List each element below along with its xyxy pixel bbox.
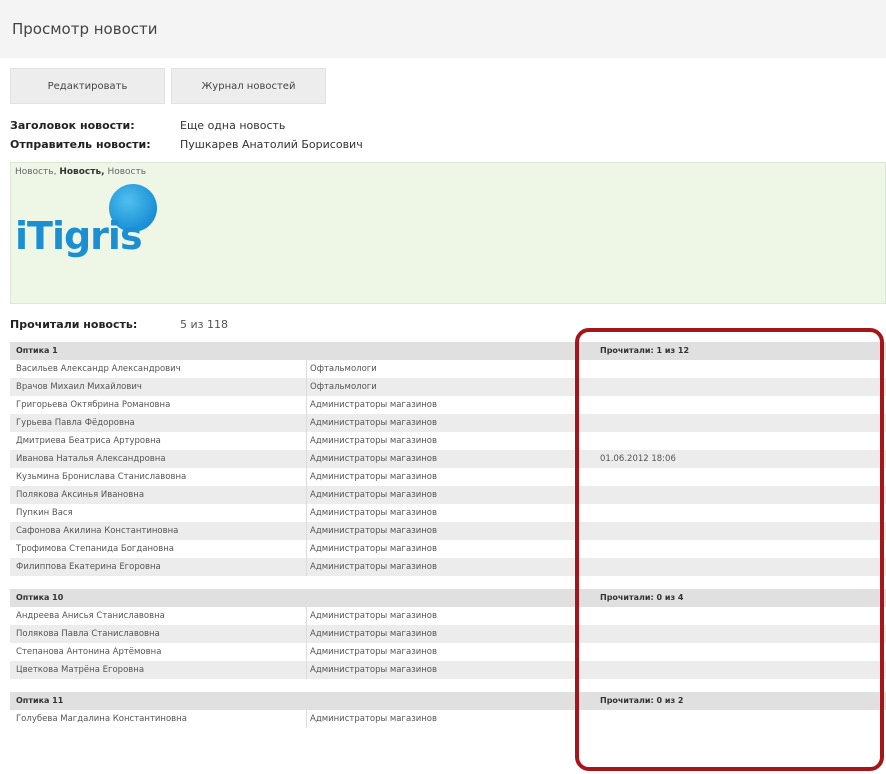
reader-name: Гурьева Павла Фёдоровна: [16, 418, 135, 428]
news-journal-button[interactable]: Журнал новостей: [171, 68, 326, 104]
group-name: Оптика 10: [16, 593, 64, 602]
logo-text: iTigris: [15, 214, 143, 258]
table-row: Степанова Антонина Артёмовна Администрато…: [10, 643, 886, 661]
group-spacer: [10, 679, 886, 692]
reader-role: Офтальмологи: [310, 382, 377, 392]
group-read-count: Прочитали: 1 из 12: [600, 346, 690, 355]
table-row: Полякова Павла Станиславовна Администрато…: [10, 625, 886, 643]
reader-role: Администраторы магазинов: [310, 629, 438, 639]
table-row: Васильев Александр Александрович Офтальмо…: [10, 360, 886, 378]
reader-role: Офтальмологи: [310, 364, 377, 374]
itigris-logo: iTigris: [15, 184, 165, 264]
reader-name: Пупкин Вася: [16, 508, 73, 518]
reader-name: Трофимова Степанида Богдановна: [16, 544, 174, 554]
table-row: Гурьева Павла Фёдоровна Администраторы ма…: [10, 414, 886, 432]
reader-name: Врачов Михаил Михайлович: [16, 382, 142, 392]
table-row: Трофимова Степанида Богдановна Администра…: [10, 540, 886, 558]
read-stats-value: 5 из 118: [180, 318, 228, 331]
title-bar: Просмотр новости: [0, 0, 886, 58]
table-row: Григорьева Октябрина Романовна Администра…: [10, 396, 886, 414]
group-spacer: [10, 576, 886, 589]
reader-role: Администраторы магазинов: [310, 714, 438, 724]
table-row: Пупкин Вася Администраторы магазинов: [10, 504, 886, 522]
group-header: Оптика 1 Прочитали: 1 из 12: [10, 342, 886, 360]
table-row: Голубева Магдалина Константиновна Админис…: [10, 710, 886, 728]
table-row: Андреева Анисья Станиславовна Администрат…: [10, 607, 886, 625]
reader-name: Григорьева Октябрина Романовна: [16, 400, 171, 410]
group-read-count: Прочитали: 0 из 4: [600, 593, 684, 602]
group-name: Оптика 1: [16, 346, 58, 355]
reader-role: Администраторы магазинов: [310, 647, 438, 657]
table-row: Цветкова Матрёна Егоровна Администраторы …: [10, 661, 886, 679]
reader-name: Полякова Аксинья Ивановна: [16, 490, 145, 500]
reader-role: Администраторы магазинов: [310, 665, 438, 675]
table-row: Кузьмина Бронислава Станиславовна Админис…: [10, 468, 886, 486]
reader-name: Полякова Павла Станиславовна: [16, 629, 160, 639]
reader-name: Иванова Наталья Александровна: [16, 454, 166, 464]
reader-name: Сафонова Акилина Константиновна: [16, 526, 179, 536]
reader-name: Васильев Александр Александрович: [16, 364, 181, 374]
reader-role: Администраторы магазинов: [310, 544, 438, 554]
reader-role: Администраторы магазинов: [310, 508, 438, 518]
group-header: Оптика 11 Прочитали: 0 из 2: [10, 692, 886, 710]
reader-name: Степанова Антонина Артёмовна: [16, 647, 162, 657]
table-row: Филиппова Екатерина Егоровна Администрато…: [10, 558, 886, 576]
reader-role: Администраторы магазинов: [310, 526, 438, 536]
reader-role: Администраторы магазинов: [310, 436, 438, 446]
news-sender-value: Пушкарев Анатолий Борисович: [180, 138, 363, 151]
content-part-3: Новость: [107, 167, 147, 177]
reader-role: Администраторы магазинов: [310, 562, 438, 572]
group-header: Оптика 10 Прочитали: 0 из 4: [10, 589, 886, 607]
reader-role: Администраторы магазинов: [310, 454, 438, 464]
reader-name: Кузьмина Бронислава Станиславовна: [16, 472, 187, 482]
news-content-box: Новость, Новость, Новость iTigris: [10, 162, 886, 304]
reader-role: Администраторы магазинов: [310, 611, 438, 621]
reader-name: Дмитриева Беатриса Артуровна: [16, 436, 161, 446]
reader-role: Администраторы магазинов: [310, 490, 438, 500]
reader-role: Администраторы магазинов: [310, 418, 438, 428]
table-row: Полякова Аксинья Ивановна Администраторы …: [10, 486, 886, 504]
table-row: Дмитриева Беатриса Артуровна Администрато…: [10, 432, 886, 450]
content-part-1: Новость,: [15, 167, 57, 177]
readers-table: Оптика 1 Прочитали: 1 из 12 Васильев Алекс…: [10, 342, 886, 728]
table-row: Врачов Михаил Михайлович Офтальмологи: [10, 378, 886, 396]
reader-name: Андреева Анисья Станиславовна: [16, 611, 165, 621]
page-title: Просмотр новости: [12, 20, 158, 38]
reader-role: Администраторы магазинов: [310, 400, 438, 410]
news-sender-label: Отправитель новости:: [10, 138, 151, 151]
news-content-text: Новость, Новость, Новость: [15, 167, 146, 177]
reader-name: Цветкова Матрёна Егоровна: [16, 665, 145, 675]
content-part-2: Новость,: [59, 167, 105, 177]
table-row: Иванова Наталья Александровна Администрат…: [10, 450, 886, 468]
news-title-label: Заголовок новости:: [10, 119, 135, 132]
reader-read-date: 01.06.2012 18:06: [600, 454, 676, 464]
reader-name: Филиппова Екатерина Егоровна: [16, 562, 161, 572]
read-stats-label: Прочитали новость:: [10, 318, 138, 331]
news-title-value: Еще одна новость: [180, 119, 286, 132]
table-row: Сафонова Акилина Константиновна Администр…: [10, 522, 886, 540]
group-name: Оптика 11: [16, 696, 64, 705]
edit-button[interactable]: Редактировать: [10, 68, 165, 104]
reader-name: Голубева Магдалина Константиновна: [16, 714, 187, 724]
group-read-count: Прочитали: 0 из 2: [600, 696, 684, 705]
reader-role: Администраторы магазинов: [310, 472, 438, 482]
